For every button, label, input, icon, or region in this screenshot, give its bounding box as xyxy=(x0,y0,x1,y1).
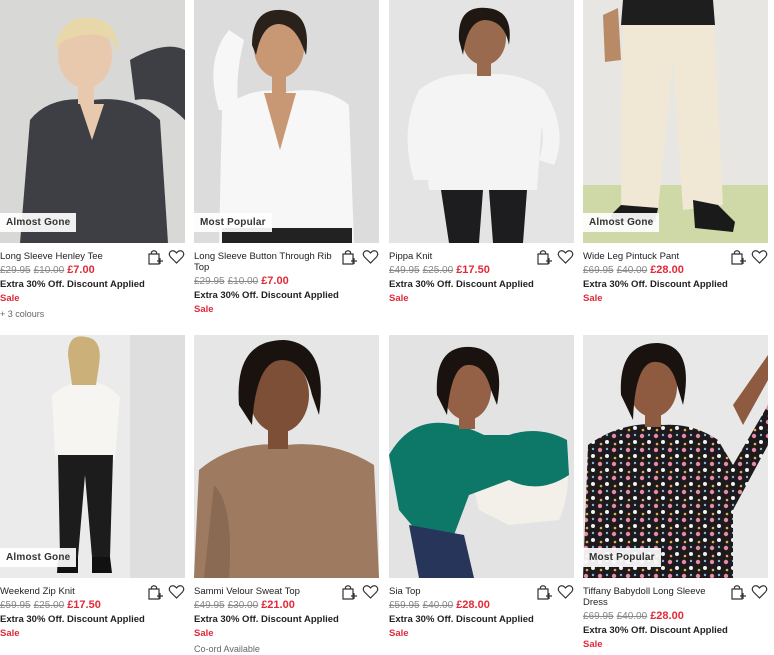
price-row: £59.95 £40.00 £28.00 xyxy=(389,599,574,612)
sale-price: £28.00 xyxy=(456,599,490,611)
price-row: £69.95 £40.00 £28.00 xyxy=(583,264,768,277)
product-image[interactable]: Almost Gone xyxy=(0,335,185,578)
was-price: £10.00 xyxy=(227,276,259,287)
product-card[interactable]: Most Popular Tiffany Babydoll Long Sleev… xyxy=(583,335,768,651)
original-price: £49.95 xyxy=(194,600,225,611)
status-badge: Almost Gone xyxy=(583,213,660,232)
sale-label: Sale xyxy=(194,304,214,315)
promo-text: Extra 30% Off. Discount Applied xyxy=(583,625,728,636)
product-image[interactable]: Almost Gone xyxy=(0,0,185,243)
product-image[interactable]: Almost Gone xyxy=(583,0,768,243)
sale-label: Sale xyxy=(389,628,409,639)
bag-plus-icon[interactable] xyxy=(730,249,747,265)
sale-label: Sale xyxy=(0,628,20,639)
was-price: £40.00 xyxy=(422,600,454,611)
product-card[interactable]: Pippa Knit £49.95 £25.00 £17.50 Extra 30% … xyxy=(389,0,574,305)
price-row: £59.95 £25.00 £17.50 xyxy=(0,599,185,612)
product-card[interactable]: Sammi Velour Sweat Top £49.95 £30.00 £21.0… xyxy=(194,335,379,655)
bag-plus-icon[interactable] xyxy=(341,584,358,600)
was-price: £40.00 xyxy=(616,611,648,622)
promo-text: Extra 30% Off. Discount Applied xyxy=(583,279,728,290)
promo-text: Extra 30% Off. Discount Applied xyxy=(389,614,534,625)
promo-text: Extra 30% Off. Discount Applied xyxy=(194,290,339,301)
product-card[interactable]: Almost Gone Weekend Zip Knit £59.95 £25.0… xyxy=(0,335,185,640)
product-card[interactable]: Most Popular Long Sleeve Button Through … xyxy=(194,0,379,316)
original-price: £69.95 xyxy=(583,611,614,622)
status-badge: Most Popular xyxy=(194,213,272,232)
original-price: £49.95 xyxy=(389,265,420,276)
heart-icon[interactable] xyxy=(751,249,768,265)
heart-icon[interactable] xyxy=(362,584,379,600)
status-badge: Almost Gone xyxy=(0,213,77,232)
price-row: £29.95 £10.00 £7.00 xyxy=(194,275,379,288)
product-card[interactable]: Almost Gone Long Sleeve Henley Tee £29.9… xyxy=(0,0,185,320)
heart-icon[interactable] xyxy=(168,249,185,265)
sale-label: Sale xyxy=(583,639,603,650)
colour-options-link[interactable]: + 3 colours xyxy=(0,309,185,320)
sale-price: £7.00 xyxy=(67,264,95,276)
original-price: £69.95 xyxy=(583,265,614,276)
co-ord-link[interactable]: Co-ord Available xyxy=(194,644,379,655)
sale-price: £28.00 xyxy=(650,610,684,622)
original-price: £29.95 xyxy=(194,276,225,287)
product-card[interactable]: Almost Gone Wide Leg Pintuck Pant £69.95… xyxy=(583,0,768,305)
sale-label: Sale xyxy=(389,293,409,304)
original-price: £59.95 xyxy=(0,600,31,611)
product-grid: Almost Gone Long Sleeve Henley Tee £29.9… xyxy=(0,0,774,654)
sale-price: £17.50 xyxy=(456,264,490,276)
bag-plus-icon[interactable] xyxy=(341,249,358,265)
was-price: £25.00 xyxy=(33,600,65,611)
sale-label: Sale xyxy=(0,293,20,304)
bag-plus-icon[interactable] xyxy=(536,249,553,265)
status-badge: Almost Gone xyxy=(0,548,77,567)
bag-plus-icon[interactable] xyxy=(536,584,553,600)
price-row: £69.95 £40.00 £28.00 xyxy=(583,610,768,623)
promo-text: Extra 30% Off. Discount Applied xyxy=(0,279,145,290)
bag-plus-icon[interactable] xyxy=(147,249,164,265)
promo-text: Extra 30% Off. Discount Applied xyxy=(389,279,534,290)
heart-icon[interactable] xyxy=(751,584,768,600)
sale-price: £17.50 xyxy=(67,599,101,611)
status-badge: Most Popular xyxy=(583,548,661,567)
original-price: £29.95 xyxy=(0,265,31,276)
promo-text: Extra 30% Off. Discount Applied xyxy=(194,614,339,625)
heart-icon[interactable] xyxy=(557,584,574,600)
sale-label: Sale xyxy=(583,293,603,304)
product-card[interactable]: Sia Top £59.95 £40.00 £28.00 Extra 30% Off… xyxy=(389,335,574,640)
promo-text: Extra 30% Off. Discount Applied xyxy=(0,614,145,625)
heart-icon[interactable] xyxy=(557,249,574,265)
sale-price: £21.00 xyxy=(261,599,295,611)
was-price: £25.00 xyxy=(422,265,454,276)
product-image[interactable]: Most Popular xyxy=(194,0,379,243)
was-price: £40.00 xyxy=(616,265,648,276)
price-row: £29.95 £10.00 £7.00 xyxy=(0,264,185,277)
sale-price: £28.00 xyxy=(650,264,684,276)
heart-icon[interactable] xyxy=(168,584,185,600)
was-price: £30.00 xyxy=(227,600,259,611)
price-row: £49.95 £30.00 £21.00 xyxy=(194,599,379,612)
product-image[interactable] xyxy=(194,335,379,578)
original-price: £59.95 xyxy=(389,600,420,611)
product-image[interactable] xyxy=(389,335,574,578)
price-row: £49.95 £25.00 £17.50 xyxy=(389,264,574,277)
sale-price: £7.00 xyxy=(261,275,289,287)
bag-plus-icon[interactable] xyxy=(147,584,164,600)
sale-label: Sale xyxy=(194,628,214,639)
bag-plus-icon[interactable] xyxy=(730,584,747,600)
was-price: £10.00 xyxy=(33,265,65,276)
product-image[interactable]: Most Popular xyxy=(583,335,768,578)
heart-icon[interactable] xyxy=(362,249,379,265)
product-image[interactable] xyxy=(389,0,574,243)
